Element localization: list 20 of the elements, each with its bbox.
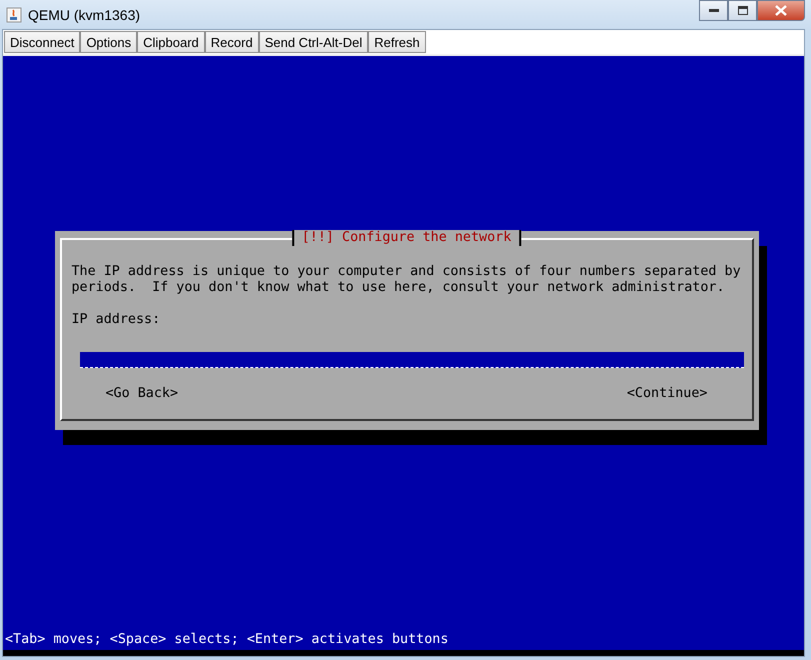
dialog-button[interactable]: <Go Back>	[106, 386, 178, 401]
minimize-button[interactable]	[699, 0, 728, 21]
close-button[interactable]	[757, 0, 805, 21]
toolbar-button[interactable]: Clipboard	[137, 31, 205, 53]
field-label: IP address:	[72, 312, 162, 328]
status-line: <Tab> moves; <Space> selects; <Enter> activates buttons	[4, 632, 448, 649]
toolbar-button[interactable]: Send Ctrl-Alt-Del	[258, 31, 368, 53]
dialog-button[interactable]: <Continue>	[626, 386, 708, 401]
description-text: The IP address is unique to your computer and consists of four numbers separated by periods. If you don't know what to use here, consult your network administrator.	[72, 264, 742, 296]
toolbar-button[interactable]: Disconnect	[4, 31, 80, 53]
maximize-button[interactable]	[728, 0, 757, 21]
maximize-icon	[738, 6, 748, 15]
toolbar-button[interactable]: Options	[80, 31, 138, 53]
window-title: QEMU (kvm1363)	[28, 6, 140, 22]
toolbar-button[interactable]: Refresh	[368, 31, 426, 53]
input-field[interactable]	[80, 352, 744, 368]
close-icon	[775, 5, 787, 16]
toolbar-button[interactable]: Record	[204, 31, 259, 53]
minimize-icon	[708, 9, 718, 12]
dialog-title: [!!] Configure the network	[292, 230, 522, 246]
